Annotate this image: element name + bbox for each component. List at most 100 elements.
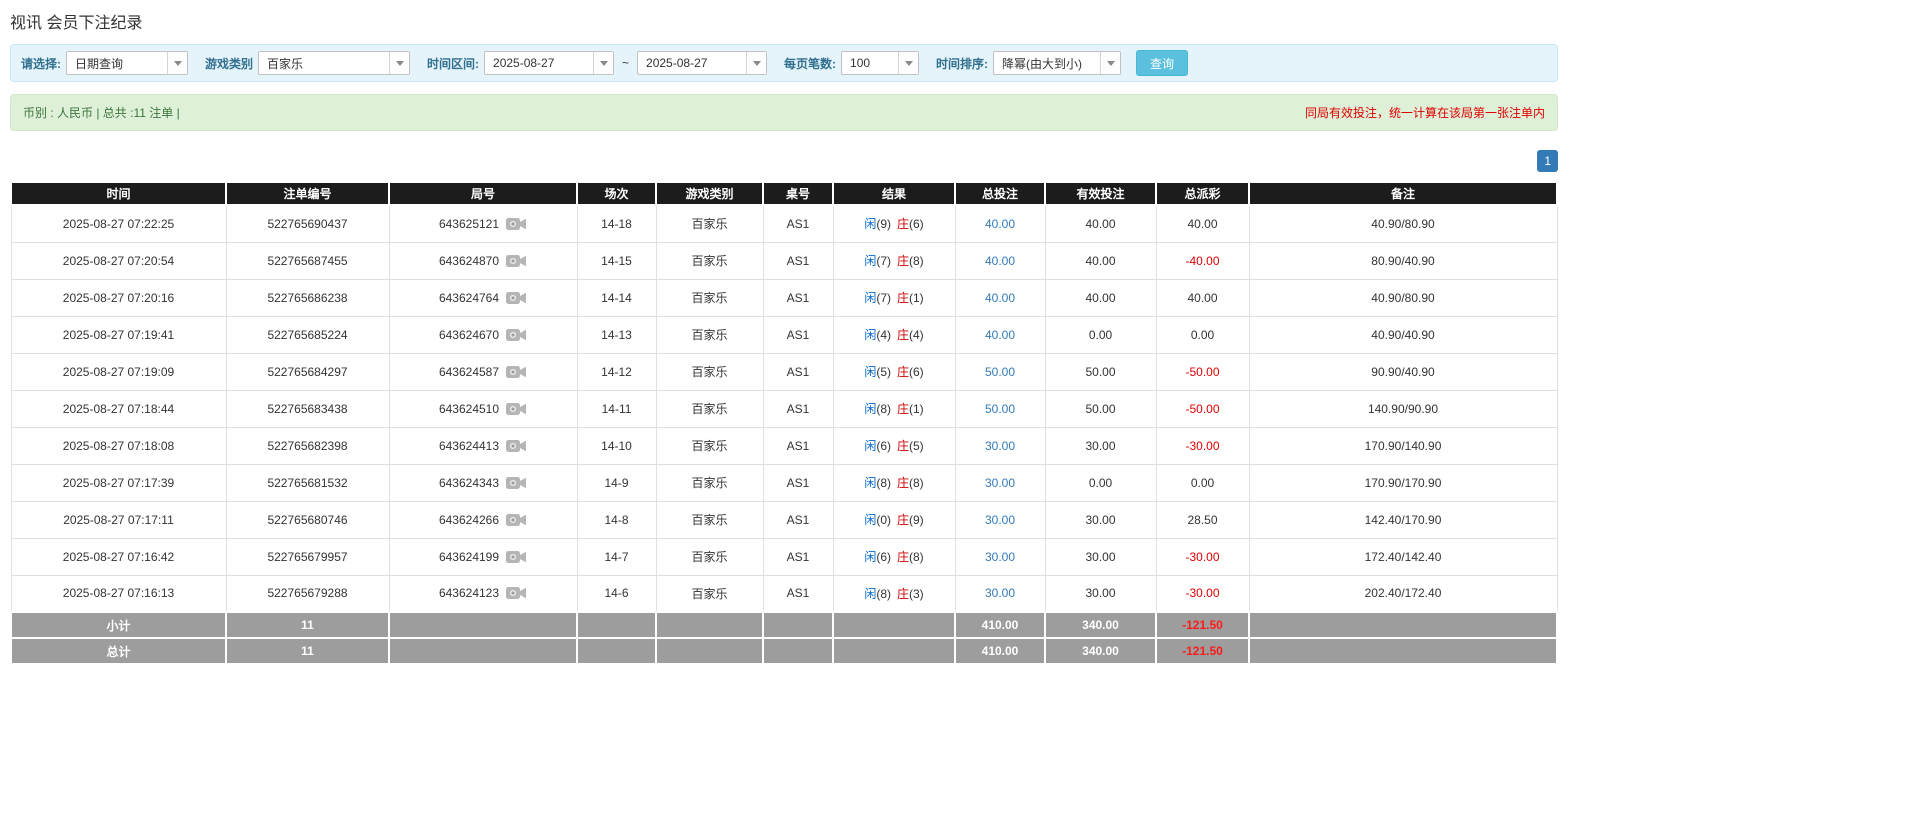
- cell-total-bet[interactable]: 40.00: [955, 316, 1045, 353]
- cell-total-bet[interactable]: 30.00: [955, 427, 1045, 464]
- header-bet-id: 注单编号: [226, 182, 389, 205]
- chevron-down-icon[interactable]: [593, 52, 613, 74]
- cell-result: 闲(6)庄(8): [833, 538, 955, 575]
- chevron-down-icon[interactable]: [746, 52, 766, 74]
- cell-table-no: AS1: [763, 538, 833, 575]
- table-row: 2025-08-27 07:19:41 522765685224 6436246…: [11, 316, 1557, 353]
- video-replay-icon[interactable]: [505, 290, 527, 306]
- result-banker-score: (8): [909, 550, 924, 564]
- cell-total-bet[interactable]: 30.00: [955, 501, 1045, 538]
- cell-total-bet[interactable]: 30.00: [955, 575, 1045, 612]
- video-replay-icon[interactable]: [505, 216, 527, 232]
- chevron-down-icon[interactable]: [167, 52, 187, 74]
- result-player-label: 闲: [864, 476, 876, 490]
- summary-notice: 同局有效投注，统一计算在该局第一张注单内: [1305, 104, 1545, 121]
- cell-total-bet[interactable]: 30.00: [955, 464, 1045, 501]
- cell-bet-id: 522765690437: [226, 205, 389, 242]
- result-player-label: 闲: [864, 217, 876, 231]
- result-player-score: (6): [876, 439, 891, 453]
- cell-round-id: 643624123: [389, 575, 577, 612]
- cell-result: 闲(5)庄(6): [833, 353, 955, 390]
- cell-valid-bet: 30.00: [1045, 575, 1156, 612]
- cell-table-no: AS1: [763, 575, 833, 612]
- empty-cell: [833, 638, 955, 664]
- cell-total-bet[interactable]: 40.00: [955, 242, 1045, 279]
- select-label: 请选择:: [21, 55, 61, 72]
- result-banker-label: 庄: [897, 217, 909, 231]
- date-to-select[interactable]: 2025-08-27: [637, 51, 767, 75]
- cell-result: 闲(8)庄(3): [833, 575, 955, 612]
- cell-result: 闲(0)庄(9): [833, 501, 955, 538]
- page-button-1[interactable]: 1: [1537, 150, 1558, 172]
- video-replay-icon[interactable]: [505, 401, 527, 417]
- chevron-down-icon[interactable]: [1100, 52, 1120, 74]
- empty-cell: [656, 612, 763, 638]
- result-player-score: (5): [876, 365, 891, 379]
- cell-time: 2025-08-27 07:17:11: [11, 501, 226, 538]
- cell-table-no: AS1: [763, 242, 833, 279]
- result-banker-label: 庄: [897, 513, 909, 527]
- video-replay-icon[interactable]: [505, 512, 527, 528]
- chevron-down-icon[interactable]: [389, 52, 409, 74]
- cell-time: 2025-08-27 07:18:44: [11, 390, 226, 427]
- result-player-label: 闲: [864, 587, 876, 601]
- sort-select[interactable]: 降幂(由大到小): [993, 51, 1121, 75]
- header-total-bet: 总投注: [955, 182, 1045, 205]
- result-player-label: 闲: [864, 291, 876, 305]
- cell-table-no: AS1: [763, 427, 833, 464]
- result-player-score: (9): [876, 217, 891, 231]
- subtotal-payout: -121.50: [1156, 612, 1249, 638]
- cell-result: 闲(9)庄(6): [833, 205, 955, 242]
- table-footer: 小计 11 410.00 340.00 -121.50 总计 11: [11, 612, 1557, 664]
- cell-round-id: 643624870: [389, 242, 577, 279]
- video-replay-icon[interactable]: [505, 549, 527, 565]
- page-size-select[interactable]: 100: [841, 51, 919, 75]
- cell-table-no: AS1: [763, 501, 833, 538]
- query-type-select[interactable]: 日期查询: [66, 51, 188, 75]
- empty-cell: [656, 638, 763, 664]
- result-player-label: 闲: [864, 254, 876, 268]
- cell-valid-bet: 50.00: [1045, 353, 1156, 390]
- cell-bet-id: 522765681532: [226, 464, 389, 501]
- table-row: 2025-08-27 07:18:44 522765683438 6436245…: [11, 390, 1557, 427]
- result-player-score: (4): [876, 328, 891, 342]
- chevron-down-icon[interactable]: [898, 52, 918, 74]
- cell-game-type: 百家乐: [656, 464, 763, 501]
- cell-session: 14-14: [577, 279, 656, 316]
- game-type-select[interactable]: 百家乐: [258, 51, 410, 75]
- search-button[interactable]: 查询: [1136, 50, 1188, 76]
- date-from-select[interactable]: 2025-08-27: [484, 51, 614, 75]
- cell-total-bet[interactable]: 30.00: [955, 538, 1045, 575]
- cell-result: 闲(4)庄(4): [833, 316, 955, 353]
- video-replay-icon[interactable]: [505, 253, 527, 269]
- video-replay-icon[interactable]: [505, 438, 527, 454]
- result-player-score: (6): [876, 550, 891, 564]
- video-replay-icon[interactable]: [505, 364, 527, 380]
- table-row: 2025-08-27 07:22:25 522765690437 6436251…: [11, 205, 1557, 242]
- cell-valid-bet: 30.00: [1045, 427, 1156, 464]
- cell-total-bet[interactable]: 50.00: [955, 390, 1045, 427]
- video-replay-icon[interactable]: [505, 327, 527, 343]
- cell-payout: 0.00: [1156, 316, 1249, 353]
- result-player-label: 闲: [864, 513, 876, 527]
- header-result: 结果: [833, 182, 955, 205]
- date-range-label: 时间区间:: [427, 55, 479, 72]
- cell-payout: 40.00: [1156, 279, 1249, 316]
- video-replay-icon[interactable]: [505, 585, 527, 601]
- total-label: 总计: [11, 638, 226, 664]
- result-banker-score: (1): [909, 291, 924, 305]
- result-banker-label: 庄: [897, 365, 909, 379]
- result-banker-score: (9): [909, 513, 924, 527]
- cell-time: 2025-08-27 07:18:08: [11, 427, 226, 464]
- cell-total-bet[interactable]: 40.00: [955, 279, 1045, 316]
- video-replay-icon[interactable]: [505, 475, 527, 491]
- cell-total-bet[interactable]: 40.00: [955, 205, 1045, 242]
- result-player-score: (8): [876, 402, 891, 416]
- cell-bet-id: 522765686238: [226, 279, 389, 316]
- cell-valid-bet: 40.00: [1045, 242, 1156, 279]
- cell-total-bet[interactable]: 50.00: [955, 353, 1045, 390]
- cell-round-id: 643624510: [389, 390, 577, 427]
- result-banker-score: (8): [909, 254, 924, 268]
- page-title: 视讯 会员下注纪录: [10, 9, 1558, 33]
- cell-time: 2025-08-27 07:22:25: [11, 205, 226, 242]
